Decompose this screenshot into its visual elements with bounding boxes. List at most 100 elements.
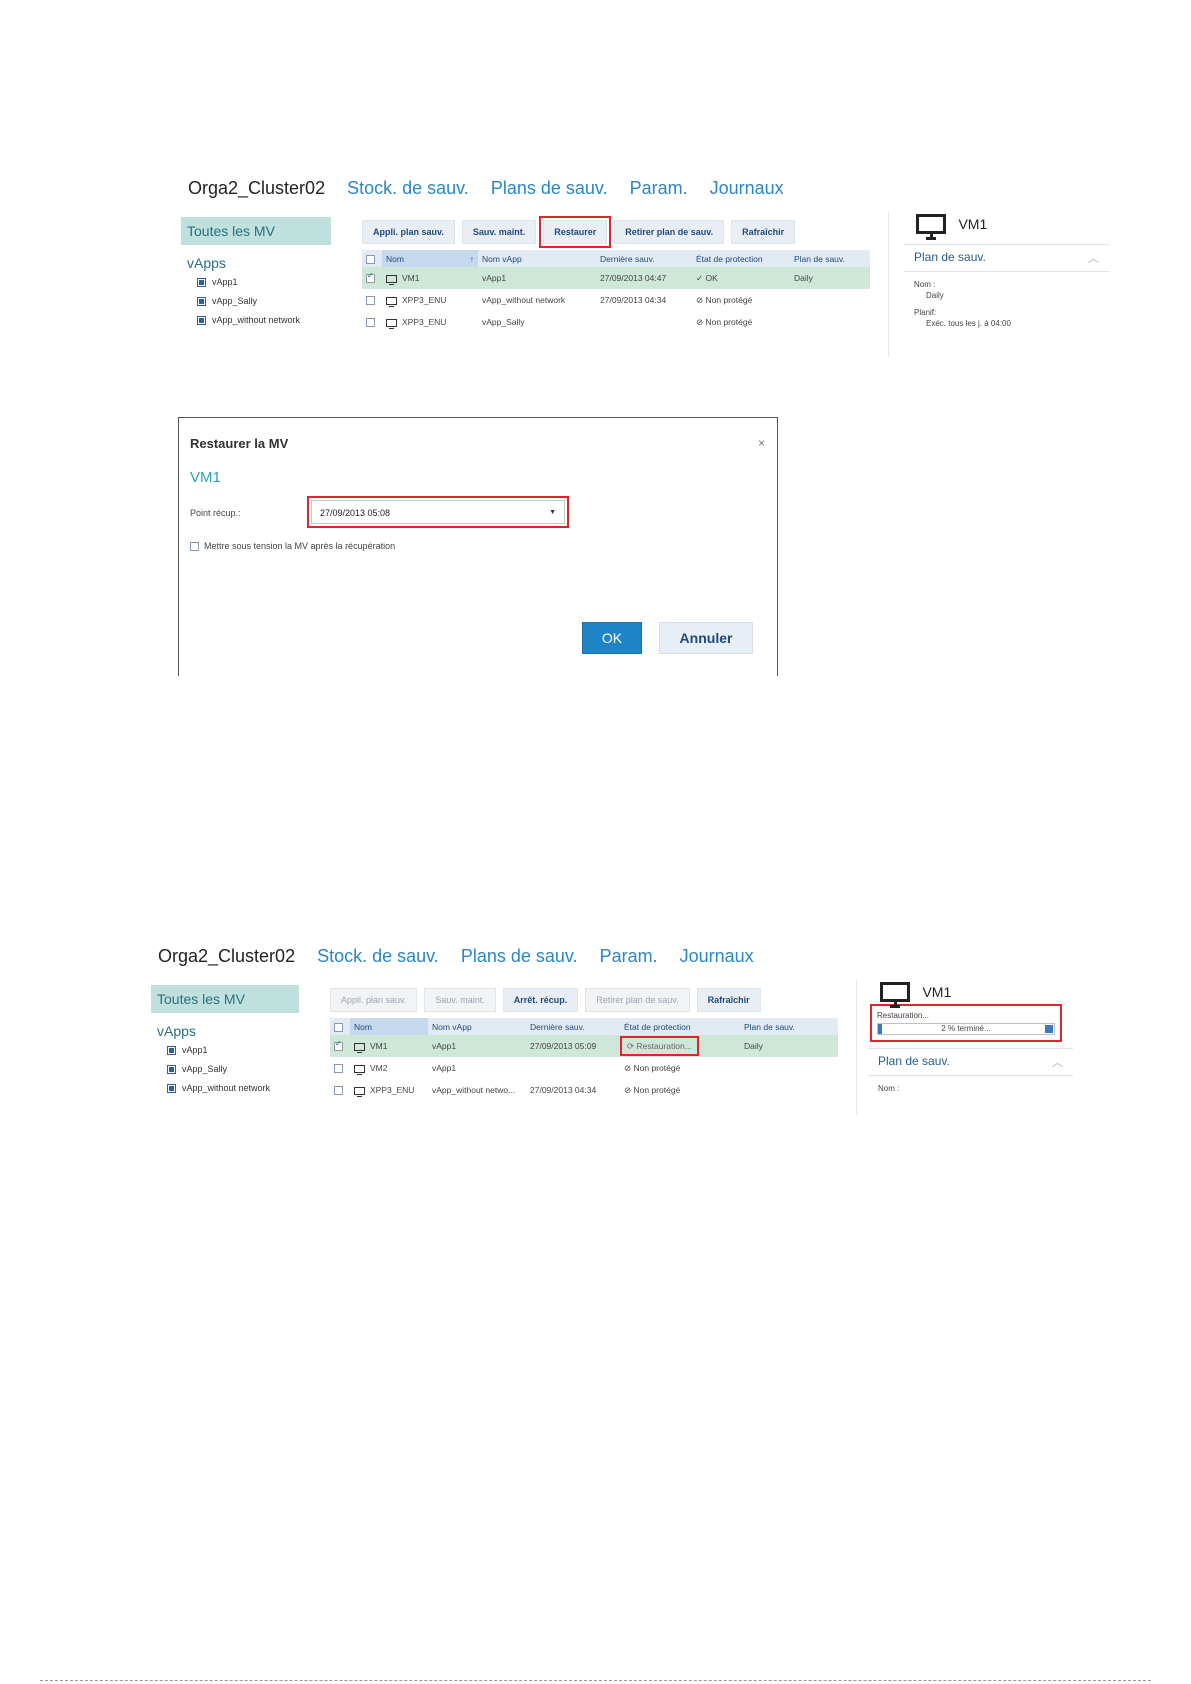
col-name[interactable]: Nom <box>350 1018 428 1035</box>
row-checkbox[interactable] <box>366 318 375 328</box>
sidebar-item-vapp1[interactable]: vApp1 <box>167 1045 299 1055</box>
cancel-button[interactable]: Annuler <box>659 622 753 654</box>
row-checkbox-cell <box>330 1057 350 1079</box>
table-header: Nom ↑ Nom vApp Dernière sauv. État de pro… <box>362 250 870 267</box>
field-schedule-label: Planif: <box>914 308 937 317</box>
toolbar: Appli. plan sauv. Sauv. maint. Arrêt. ré… <box>330 988 768 1012</box>
vapp-icon <box>167 1064 176 1074</box>
nav-storage[interactable]: Stock. de sauv. <box>317 946 439 967</box>
restoring-status: ⟳ Restauration... <box>620 1035 699 1056</box>
org-title: Orga2_Cluster02 <box>158 946 296 966</box>
monitor-icon <box>880 982 910 1008</box>
nav-settings[interactable]: Param. <box>630 178 688 199</box>
panel-divider <box>856 980 857 1115</box>
cell-protection: ⊘ Non protégé <box>696 294 753 305</box>
remove-plan-button[interactable]: Retirer plan de sauv. <box>614 220 725 244</box>
table-row[interactable]: VM2 vApp1 ⊘ Non protégé <box>330 1057 838 1079</box>
vapp-icon <box>197 315 206 325</box>
progress-label: Restauration... <box>877 1011 930 1020</box>
detail-vm-name: VM1 <box>922 984 952 1000</box>
cell-last-backup <box>596 311 692 333</box>
sidebar-item-vapp1[interactable]: vApp1 <box>197 277 331 287</box>
refresh-button[interactable]: Rafraîchir <box>731 220 796 244</box>
close-icon[interactable]: × <box>758 436 765 450</box>
restore-progress: Restauration... 2 % terminé... <box>870 1004 1062 1042</box>
backup-now-button[interactable]: Sauv. maint. <box>424 988 496 1012</box>
table-row[interactable]: XPP3_ENU vApp_without network 27/09/2013… <box>362 289 870 311</box>
cell-protection: ⊘ Non protégé <box>696 316 753 327</box>
monitor-icon <box>386 318 397 329</box>
detail-panel: VM1 Plan de sauv. ︿ Nom : Daily Planif: E… <box>904 214 1109 328</box>
col-plan[interactable]: Plan de sauv. <box>790 250 870 267</box>
sidebar-item-vapp-without-network[interactable]: vApp_without network <box>167 1083 299 1093</box>
table-row[interactable]: VM1 vApp1 27/09/2013 04:47 ✓ OK Daily <box>362 267 870 289</box>
power-on-checkbox[interactable] <box>190 541 199 551</box>
row-checkbox-cell <box>362 311 382 333</box>
col-protection[interactable]: État de protection <box>620 1018 740 1035</box>
nav-plans[interactable]: Plans de sauv. <box>491 178 608 199</box>
chevron-down-icon: ▼ <box>549 509 556 516</box>
col-protection[interactable]: État de protection <box>692 250 790 267</box>
progress-end-marker <box>1045 1025 1053 1033</box>
cell-plan: Daily <box>740 1035 838 1057</box>
refresh-button[interactable]: Rafraîchir <box>696 988 761 1012</box>
section-backup-plan[interactable]: Plan de sauv. ︿ <box>904 244 1109 272</box>
select-all-cell <box>362 250 382 267</box>
nav-storage[interactable]: Stock. de sauv. <box>347 178 469 199</box>
restore-button[interactable]: Restaurer <box>539 216 612 248</box>
detail-header: VM1 <box>904 214 1109 240</box>
nav-plans[interactable]: Plans de sauv. <box>461 946 578 967</box>
sidebar-vapps-heading[interactable]: vApps <box>187 255 331 271</box>
row-checkbox[interactable] <box>334 1064 343 1074</box>
sidebar-item-vapp-sally[interactable]: vApp_Sally <box>197 296 331 306</box>
sidebar-item-vapp-without-network[interactable]: vApp_without network <box>197 315 331 325</box>
dialog-vm-name: VM1 <box>190 469 221 486</box>
apply-plan-button[interactable]: Appli. plan sauv. <box>330 988 418 1012</box>
progress-bar: 2 % terminé... <box>877 1023 1055 1035</box>
sidebar-item-all-vms[interactable]: Toutes les MV <box>181 217 331 245</box>
top-nav: Orga2_Cluster02 Stock. de sauv. Plans de… <box>188 178 806 199</box>
cell-protection: ✓ OK <box>692 267 790 289</box>
ok-button[interactable]: OK <box>582 622 642 654</box>
cell-plan <box>740 1057 838 1079</box>
col-last-backup[interactable]: Dernière sauv. <box>596 250 692 267</box>
select-all-checkbox[interactable] <box>334 1022 343 1032</box>
cell-vapp: vApp1 <box>428 1035 526 1057</box>
row-checkbox[interactable] <box>366 271 375 284</box>
select-all-checkbox[interactable] <box>366 254 375 264</box>
col-vapp[interactable]: Nom vApp <box>428 1018 526 1035</box>
remove-plan-button[interactable]: Retirer plan de sauv. <box>585 988 690 1012</box>
recovery-point-select[interactable]: 27/09/2013 05:08 ▼ <box>307 496 569 528</box>
col-name[interactable]: Nom ↑ <box>382 250 478 267</box>
row-checkbox[interactable] <box>366 296 375 306</box>
nav-logs[interactable]: Journaux <box>680 946 754 967</box>
not-protected-icon: ⊘ <box>624 1062 632 1073</box>
chevron-up-icon[interactable]: ︿ <box>1088 250 1099 266</box>
table-row[interactable]: XPP3_ENU vApp_Sally ⊘ Non protégé <box>362 311 870 333</box>
monitor-icon <box>916 214 946 240</box>
power-on-option[interactable]: Mettre sous tension la MV après la récup… <box>190 541 395 551</box>
table-row[interactable]: XPP3_ENU vApp_without netwo... 27/09/201… <box>330 1079 838 1101</box>
nav-logs[interactable]: Journaux <box>710 178 784 199</box>
sidebar-item-vapp-sally[interactable]: vApp_Sally <box>167 1064 299 1074</box>
sidebar-item-all-vms[interactable]: Toutes les MV <box>151 985 299 1013</box>
backup-now-button[interactable]: Sauv. maint. <box>461 220 537 244</box>
chevron-up-icon[interactable]: ︿ <box>1052 1054 1063 1070</box>
table-row[interactable]: VM1 vApp1 27/09/2013 05:09 ⟳ Restauratio… <box>330 1035 838 1057</box>
section-backup-plan[interactable]: Plan de sauv. ︿ <box>868 1048 1073 1076</box>
col-last-backup[interactable]: Dernière sauv. <box>526 1018 620 1035</box>
cell-name: VM1 <box>382 267 478 289</box>
sidebar-vapps-heading[interactable]: vApps <box>157 1023 299 1039</box>
monitor-icon <box>354 1064 365 1075</box>
col-plan[interactable]: Plan de sauv. <box>740 1018 838 1035</box>
row-checkbox[interactable] <box>334 1086 343 1096</box>
not-protected-icon: ⊘ <box>696 316 704 327</box>
col-vapp[interactable]: Nom vApp <box>478 250 596 267</box>
screenshot-vm-list-top: Orga2_Cluster02 Stock. de sauv. Plans de… <box>180 172 1110 357</box>
nav-settings[interactable]: Param. <box>600 946 658 967</box>
org-title: Orga2_Cluster02 <box>188 178 326 198</box>
stop-recovery-button[interactable]: Arrêt. récup. <box>502 988 579 1012</box>
apply-plan-button[interactable]: Appli. plan sauv. <box>362 220 455 244</box>
monitor-icon <box>354 1086 365 1097</box>
row-checkbox[interactable] <box>334 1039 343 1052</box>
